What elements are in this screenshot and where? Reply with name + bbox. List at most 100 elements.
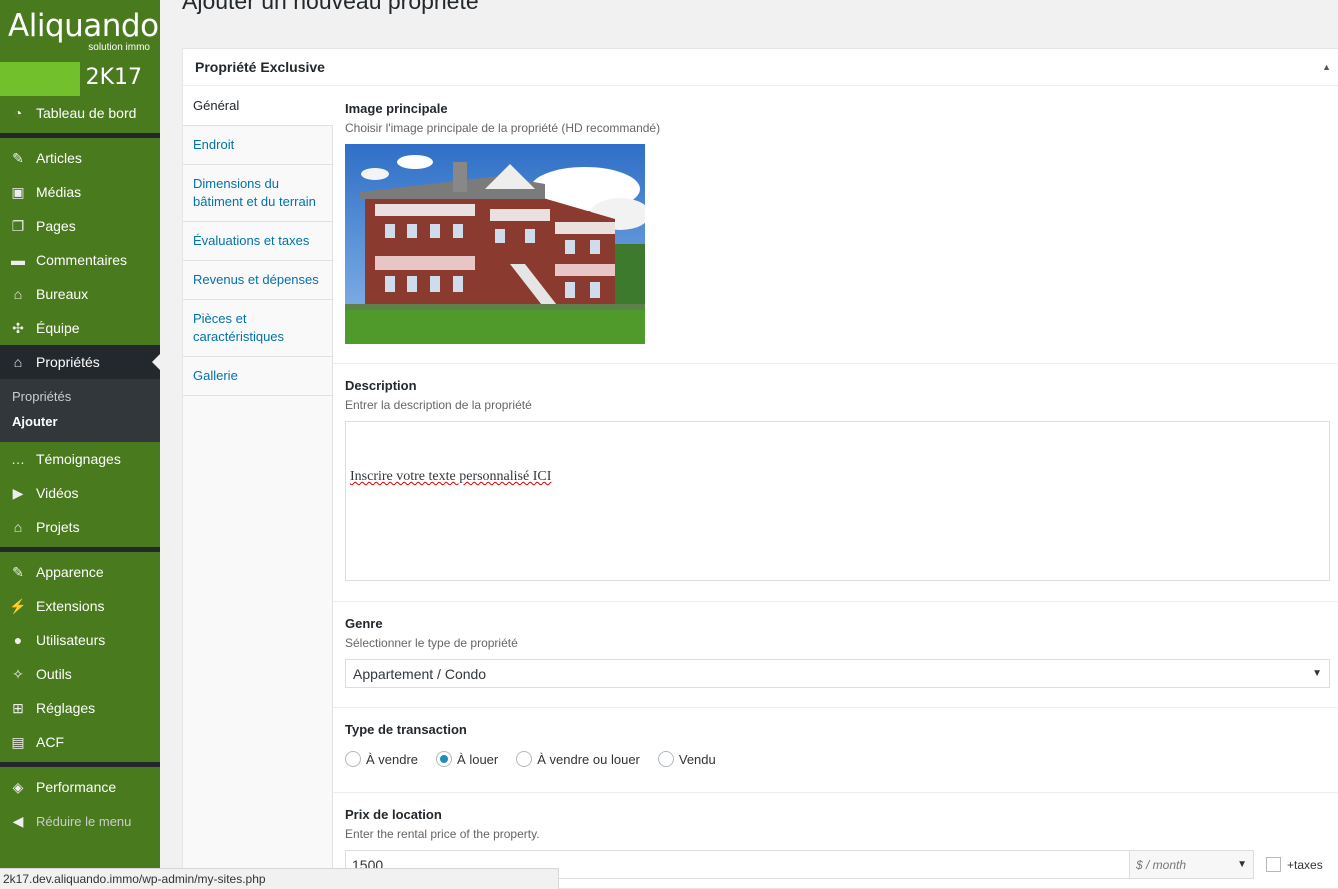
field-genre: Genre Sélectionner le type de propriété … <box>333 602 1338 708</box>
transaction-radio-group: À vendre À louer À vendre ou louer Vendu <box>345 751 1329 767</box>
menu-item-tableau-de-bord[interactable]: ◔ Tableau de bord <box>0 96 160 130</box>
tab-gallerie[interactable]: Gallerie <box>183 357 332 396</box>
tab-dimensions[interactable]: Dimensions du bâtiment et du terrain <box>183 165 332 222</box>
tab-evaluations[interactable]: Évaluations et taxes <box>183 222 332 261</box>
logo-subtitle: solution immo <box>88 42 150 53</box>
site-logo[interactable]: Aliquando solution immo <box>0 0 160 62</box>
radio-a-louer[interactable]: À louer <box>436 751 498 767</box>
menu-item-commentaires[interactable]: ▬ Commentaires <box>0 243 160 277</box>
menu-item-equipe[interactable]: ✣ Équipe <box>0 311 160 345</box>
checkbox-icon <box>1266 857 1281 872</box>
fields-panel: Image principale Choisir l'image princip… <box>333 87 1338 888</box>
dropdown-arrow-icon: ▼ <box>1312 668 1322 679</box>
menu-item-acf[interactable]: ▤ ACF <box>0 725 160 759</box>
menu-item-projets[interactable]: ⌂ Projets <box>0 510 160 544</box>
project-icon: ⌂ <box>13 519 23 535</box>
video-icon: ▶ <box>12 484 24 501</box>
pin-icon: ✎ <box>12 149 24 166</box>
building-icon: ⌂ <box>13 286 23 302</box>
menu-item-label: Performance <box>36 779 117 795</box>
menu-item-apparence[interactable]: ✎ Apparence <box>0 555 160 589</box>
menu-item-label: Extensions <box>36 598 105 614</box>
accent-bar <box>0 62 80 96</box>
genre-select[interactable]: Appartement / Condo ▼ <box>345 659 1330 688</box>
pages-icon: ❐ <box>11 217 25 234</box>
menu-item-proprietes[interactable]: ⌂ Propriétés <box>0 345 160 379</box>
main-property-image[interactable] <box>345 144 645 344</box>
testimonial-icon: … <box>11 451 25 467</box>
team-icon: ✣ <box>12 319 24 336</box>
genre-selected-value: Appartement / Condo <box>353 665 487 682</box>
menu-item-label: Propriétés <box>36 354 100 370</box>
price-unit-value: $ / month <box>1136 857 1187 872</box>
menu-item-label: Témoignages <box>36 451 121 467</box>
submenu-item-ajouter[interactable]: Ajouter <box>0 409 160 434</box>
menu-item-extensions[interactable]: ⚡ Extensions <box>0 589 160 623</box>
tab-general[interactable]: Général <box>183 87 333 126</box>
tab-pieces[interactable]: Pièces et caractéristiques <box>183 300 332 357</box>
settings-icon: ⊞ <box>12 699 24 716</box>
description-textarea[interactable] <box>345 421 1330 581</box>
radio-circle-icon <box>345 751 361 767</box>
field-help: Enter the rental price of the property. <box>345 827 540 841</box>
version-label: 2K17 <box>85 65 142 90</box>
menu-item-label: Équipe <box>36 320 80 336</box>
performance-icon: ◈ <box>12 778 24 795</box>
menu-item-label: Articles <box>36 150 82 166</box>
radio-a-vendre[interactable]: À vendre <box>345 751 418 767</box>
dashboard-icon: ◔ <box>13 105 23 121</box>
field-label: Image principale <box>345 101 448 116</box>
menu-item-label: Vidéos <box>36 485 79 501</box>
main-content: Ajouter un nouveau propriété Propriété E… <box>160 0 1338 889</box>
admin-sidebar: Aliquando solution immo 2K17 ◔ Tableau de… <box>0 0 160 889</box>
field-help: Sélectionner le type de propriété <box>345 636 518 650</box>
collapse-arrow-icon[interactable]: ▲ <box>1322 62 1331 72</box>
menu-item-label: Bureaux <box>36 286 89 302</box>
logo-text: Aliquando <box>8 8 159 44</box>
metabox-title: Propriété Exclusive <box>195 59 325 75</box>
price-unit-select[interactable]: $ / month ▼ <box>1130 850 1254 879</box>
acf-icon: ▤ <box>11 733 25 750</box>
menu-item-pages[interactable]: ❐ Pages <box>0 209 160 243</box>
media-icon: ▣ <box>11 183 25 200</box>
menu-item-label: Réglages <box>36 700 96 716</box>
menu-item-label: Outils <box>36 666 72 682</box>
menu-item-articles[interactable]: ✎ Articles <box>0 141 160 175</box>
page-title: Ajouter un nouveau propriété <box>182 0 479 14</box>
field-transaction: Type de transaction À vendre À louer À v… <box>333 708 1338 793</box>
radio-vendu[interactable]: Vendu <box>657 751 716 767</box>
menu-separator <box>0 547 160 552</box>
field-label: Type de transaction <box>345 722 467 737</box>
field-help: Entrer la description de la propriété <box>345 398 532 412</box>
tab-revenus[interactable]: Revenus et dépenses <box>183 261 332 300</box>
menu-item-temoignages[interactable]: … Témoignages <box>0 442 160 476</box>
collapse-menu-label: Réduire le menu <box>36 813 132 829</box>
menu-item-label: ACF <box>36 734 64 750</box>
status-url: 2k17.dev.aliquando.immo/wp-admin/my-site… <box>3 872 266 886</box>
menu-item-label: Utilisateurs <box>36 632 106 648</box>
radio-circle-icon <box>516 751 533 767</box>
menu-item-medias[interactable]: ▣ Médias <box>0 175 160 209</box>
menu-item-outils[interactable]: ✧ Outils <box>0 657 160 691</box>
radio-a-vendre-ou-louer[interactable]: À vendre ou louer <box>516 751 640 767</box>
field-label: Description <box>345 378 417 393</box>
menu-item-bureaux[interactable]: ⌂ Bureaux <box>0 277 160 311</box>
comment-icon: ▬ <box>11 252 25 268</box>
plugin-icon: ⚡ <box>9 597 27 614</box>
taxes-checkbox[interactable]: +taxes <box>1266 857 1323 872</box>
menu-item-utilisateurs[interactable]: ● Utilisateurs <box>0 623 160 657</box>
submenu-item-proprietes[interactable]: Propriétés <box>0 384 160 409</box>
collapse-icon: ◀ <box>12 812 24 829</box>
metabox-header[interactable]: Propriété Exclusive ▲ <box>183 49 1338 86</box>
browser-status-bar: 2k17.dev.aliquando.immo/wp-admin/my-site… <box>0 868 559 889</box>
property-metabox: Propriété Exclusive ▲ Général Endroit Di… <box>182 48 1338 889</box>
collapse-menu-button[interactable]: ◀ Réduire le menu <box>0 804 160 838</box>
menu-item-reglages[interactable]: ⊞ Réglages <box>0 691 160 725</box>
tab-endroit[interactable]: Endroit <box>183 126 332 165</box>
menu-item-performance[interactable]: ◈ Performance <box>0 770 160 804</box>
menu-item-label: Tableau de bord <box>36 105 137 121</box>
menu-item-label: Apparence <box>36 564 104 580</box>
description-text: Inscrire votre texte personnalisé ICI <box>350 469 552 484</box>
menu-item-videos[interactable]: ▶ Vidéos <box>0 476 160 510</box>
field-label: Prix de location <box>345 807 442 822</box>
